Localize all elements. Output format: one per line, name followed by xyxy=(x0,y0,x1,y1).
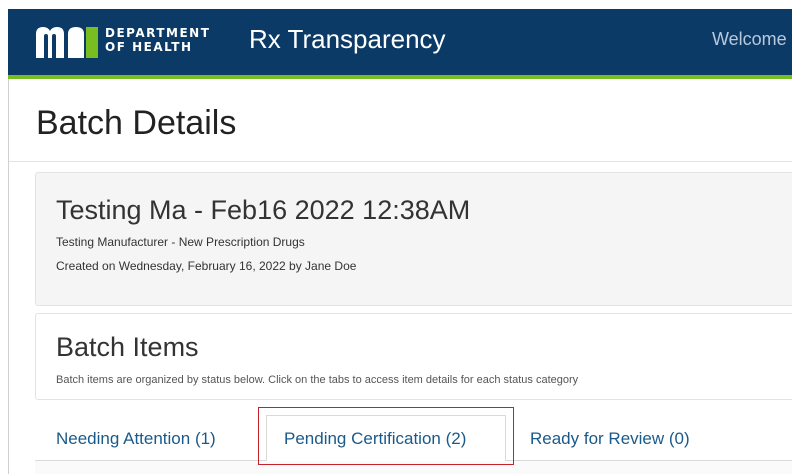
tab-ready-for-review[interactable]: Ready for Review (0) xyxy=(530,428,690,450)
batch-items-description: Batch items are organized by status belo… xyxy=(56,374,579,386)
batch-items-title: Batch Items xyxy=(56,332,199,362)
content-left-border xyxy=(8,79,9,474)
dept-line-1: DEPARTMENT xyxy=(105,26,211,40)
app-title[interactable]: Rx Transparency xyxy=(249,23,446,55)
batch-subtitle: Testing Manufacturer - New Prescription … xyxy=(56,235,305,249)
welcome-text: Welcome xyxy=(712,29,787,49)
mn-logo-icon[interactable] xyxy=(36,27,98,58)
title-divider xyxy=(9,161,792,162)
page-title: Batch Details xyxy=(36,104,237,142)
window-top-edge xyxy=(0,0,792,9)
department-of-health-wordmark: DEPARTMENT OF HEALTH xyxy=(105,26,210,54)
batch-created-info: Created on Wednesday, February 16, 2022 … xyxy=(56,259,357,273)
dept-line-2: OF HEALTH xyxy=(105,40,193,54)
batch-name: Testing Ma - Feb16 2022 12:38AM xyxy=(56,195,471,225)
highlight-annotation-box xyxy=(258,407,514,465)
header-accent-bar xyxy=(8,75,792,79)
tab-needing-attention[interactable]: Needing Attention (1) xyxy=(56,428,216,450)
